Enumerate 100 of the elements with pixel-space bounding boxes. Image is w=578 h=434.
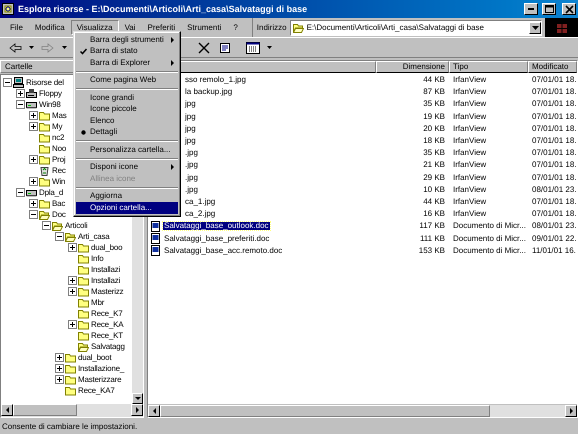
expand-icon[interactable] [68, 287, 77, 296]
menu-item[interactable]: Icone grandi [76, 92, 178, 104]
tree-item[interactable]: Masterizzare [77, 376, 122, 384]
expand-icon[interactable] [29, 155, 38, 164]
scroll-right-button[interactable] [565, 405, 577, 417]
maximize-button[interactable] [542, 3, 556, 15]
tree-item[interactable]: Installazi [90, 266, 120, 274]
tree-item[interactable]: Risorse del [25, 78, 64, 86]
expand-icon[interactable] [29, 111, 38, 120]
tree-item[interactable]: Rece_KA7 [77, 386, 115, 394]
file-name[interactable]: Salvataggi_base_outlook.doc [163, 222, 270, 230]
tree-item[interactable]: Info [90, 254, 104, 262]
scroll-left-button[interactable] [1, 404, 13, 416]
tree-item[interactable]: Noo [51, 144, 66, 152]
collapse-icon[interactable] [29, 210, 38, 219]
collapse-icon[interactable] [42, 221, 51, 230]
tree-item[interactable]: Rece_KA [90, 320, 124, 328]
address-field[interactable]: E:\Documenti\Articoli\Arti_casa\Salvataggi di base [290, 20, 542, 36]
file-size: 35 KB [423, 100, 445, 108]
file-name[interactable]: jpg [184, 124, 197, 133]
column-header[interactable]: Dimensione [376, 61, 449, 73]
file-size: 153 KB [418, 246, 445, 255]
collapse-icon[interactable] [3, 78, 12, 87]
tree-item[interactable]: Proj [51, 156, 66, 164]
scroll-down-button[interactable] [132, 393, 143, 404]
scroll-left-button[interactable] [148, 405, 160, 417]
file-name[interactable]: ca_1.jpg [184, 198, 216, 206]
menu-item[interactable]: Elenco [76, 115, 178, 126]
scroll-right-button[interactable] [131, 404, 143, 416]
file-name[interactable]: .jpg [184, 174, 199, 182]
views-button[interactable] [244, 40, 262, 56]
file-name[interactable]: la backup.jpg [184, 88, 234, 96]
file-name[interactable]: .jpg [184, 149, 199, 158]
tree-item[interactable]: Installazi [90, 276, 120, 284]
menu-item[interactable]: Personalizza cartella... [76, 144, 178, 156]
tree-item[interactable]: Rece_KT [90, 332, 123, 340]
tree-item[interactable]: Doc [51, 210, 66, 218]
expand-icon[interactable] [68, 243, 77, 252]
expand-icon[interactable] [55, 353, 64, 362]
tree-item[interactable]: Masterizz [90, 288, 124, 296]
menu-item[interactable]: ? [227, 20, 244, 35]
menu-item[interactable]: Come pagina Web [76, 74, 178, 86]
collapse-icon[interactable] [55, 232, 64, 241]
tree-item[interactable]: Salvatagg [90, 342, 125, 350]
file-name[interactable]: jpg [184, 100, 197, 108]
scrollbar[interactable] [148, 404, 577, 417]
menu-item[interactable]: Disponi icone [76, 162, 178, 173]
expand-icon[interactable] [29, 177, 38, 186]
menu-item[interactable]: Modifica [28, 20, 71, 35]
menu-item[interactable]: Aggiorna [76, 190, 178, 202]
file-name[interactable]: .jpg [184, 161, 199, 170]
close-button[interactable] [562, 3, 576, 15]
menu-item[interactable]: Dettagli [76, 126, 178, 138]
scroll-thumb[interactable] [13, 404, 77, 416]
tree-item[interactable]: Mbr [90, 298, 104, 306]
file-name[interactable]: ca_2.jpg [184, 210, 216, 218]
tree-item[interactable]: Dpla_d [38, 188, 64, 196]
tree-item[interactable]: Win98 [38, 100, 61, 108]
tree-item[interactable]: Win [51, 178, 66, 186]
tree-item[interactable]: Rece_K7 [90, 310, 123, 318]
file-name[interactable]: jpg [184, 112, 197, 121]
file-name[interactable]: .jpg [184, 186, 199, 194]
tree-item[interactable]: Installazione_ [77, 364, 124, 372]
menu-item[interactable]: Opzioni cartella... [76, 202, 178, 214]
dropdown-button[interactable] [529, 22, 541, 34]
tree-item[interactable]: Arti_casa [77, 232, 110, 240]
tree-item[interactable]: dual_boot [77, 354, 112, 362]
expand-icon[interactable] [55, 375, 64, 384]
menu-item[interactable]: Preferiti [142, 20, 182, 35]
file-name[interactable]: Salvataggi_base_acc.remoto.doc [163, 246, 284, 255]
tree-item[interactable]: nc2 [51, 134, 64, 142]
expand-icon[interactable] [16, 89, 25, 98]
tree-item[interactable]: My [51, 122, 62, 130]
menu-item[interactable]: Barra di stato [76, 46, 178, 57]
tree-item[interactable]: Floppy [38, 90, 62, 98]
column-header[interactable]: Tipo [449, 61, 528, 73]
expand-icon[interactable] [29, 122, 38, 131]
tree-item[interactable]: Mas [51, 112, 67, 120]
expand-icon[interactable] [29, 199, 38, 208]
expand-icon[interactable] [68, 276, 77, 285]
file-name[interactable]: Salvataggi_base_preferiti.doc [163, 234, 270, 243]
collapse-icon[interactable] [16, 188, 25, 197]
menu-item[interactable]: Vai [118, 20, 142, 35]
minimize-button[interactable] [524, 3, 538, 15]
scrollbar[interactable] [1, 404, 143, 417]
column-header[interactable]: Modificato [528, 61, 577, 73]
tree-item[interactable]: Articoli [64, 222, 88, 230]
collapse-icon[interactable] [16, 100, 25, 109]
tree-item[interactable]: Bac [51, 200, 66, 208]
menu-item[interactable]: Barra degli strumenti [76, 34, 178, 46]
file-name[interactable]: jpg [184, 137, 197, 146]
tree-item[interactable]: Rec [51, 166, 66, 174]
tree-item[interactable]: dual_boo [90, 244, 122, 252]
menu-item[interactable]: File [4, 20, 29, 35]
expand-icon[interactable] [55, 364, 64, 373]
menu-item[interactable]: Icone piccole [76, 104, 178, 115]
expand-icon[interactable] [68, 320, 77, 329]
scroll-thumb[interactable] [160, 405, 490, 417]
file-name[interactable]: sso remolo_1.jpg [184, 76, 247, 84]
menu-item[interactable]: Strumenti [181, 20, 228, 35]
